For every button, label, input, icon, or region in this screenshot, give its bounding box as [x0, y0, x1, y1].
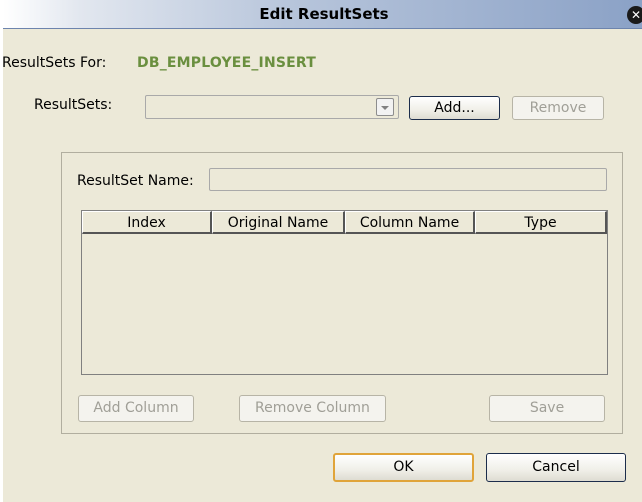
chevron-down-icon[interactable] — [376, 98, 394, 116]
col-header-original-name[interactable]: Original Name — [212, 211, 345, 234]
col-header-column-name[interactable]: Column Name — [345, 211, 475, 234]
add-resultset-button[interactable]: Add... — [409, 96, 500, 120]
add-column-button[interactable]: Add Column — [78, 395, 194, 422]
window-title: Edit ResultSets — [259, 5, 389, 23]
edit-resultsets-dialog: Edit ResultSets ✕ ResultSets For: DB_EMP… — [2, 0, 642, 502]
remove-resultset-button[interactable]: Remove — [512, 96, 604, 120]
save-button[interactable]: Save — [489, 395, 605, 422]
resultsets-combo[interactable] — [145, 95, 399, 119]
remove-column-button[interactable]: Remove Column — [239, 395, 386, 422]
resultsets-label: ResultSets: — [34, 97, 113, 113]
title-bar[interactable]: Edit ResultSets ✕ — [3, 0, 642, 29]
col-header-type[interactable]: Type — [475, 211, 607, 234]
table-header: Index Original Name Column Name Type — [82, 211, 607, 234]
columns-table[interactable]: Index Original Name Column Name Type — [81, 210, 608, 375]
col-header-index[interactable]: Index — [82, 211, 212, 234]
resultset-name-field[interactable] — [209, 168, 607, 191]
cancel-button[interactable]: Cancel — [486, 453, 626, 482]
ok-button[interactable]: OK — [333, 453, 474, 482]
resultset-name-label: ResultSet Name: — [77, 173, 194, 189]
resultsets-for-label: ResultSets For: — [2, 55, 107, 71]
close-icon[interactable]: ✕ — [627, 6, 642, 24]
resultsets-for-value: DB_EMPLOYEE_INSERT — [137, 55, 317, 71]
